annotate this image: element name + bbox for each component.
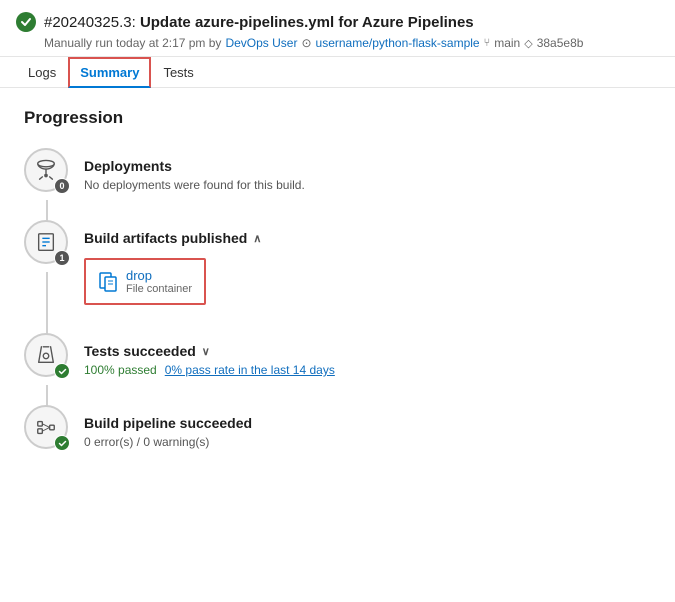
page-title: #20240325.3: Update azure-pipelines.yml … — [44, 14, 474, 31]
tests-expand-icon[interactable]: ∨ — [202, 345, 210, 358]
artifact-file-icon — [98, 272, 118, 292]
artifact-name: drop — [126, 268, 192, 283]
tests-link[interactable]: 0% pass rate in the last 14 days — [165, 363, 335, 377]
pipeline-icon-wrap — [24, 405, 68, 449]
artifacts-expand-icon[interactable]: ∧ — [253, 232, 261, 245]
section-title: Progression — [24, 108, 651, 128]
artifacts-title-text: Build artifacts published — [84, 230, 247, 246]
tests-content: Tests succeeded ∨ 100% passed 0% pass ra… — [84, 333, 651, 377]
tests-row: 100% passed 0% pass rate in the last 14 … — [84, 363, 651, 377]
github-icon: ⊙ — [301, 36, 311, 50]
pipeline-content: Build pipeline succeeded 0 error(s) / 0 … — [84, 405, 651, 449]
deployments-badge: 0 — [54, 178, 70, 194]
progression-item-pipeline: Build pipeline succeeded 0 error(s) / 0 … — [24, 405, 651, 449]
tests-badge — [54, 363, 70, 379]
run-title: Update azure-pipelines.yml for Azure Pip… — [140, 14, 474, 31]
progression-item-artifacts: 1 Build artifacts published ∧ drop — [24, 220, 651, 305]
pipeline-badge — [54, 435, 70, 451]
artifact-card[interactable]: drop File container — [84, 258, 206, 305]
page-header: #20240325.3: Update azure-pipelines.yml … — [0, 0, 675, 57]
pipeline-title: Build pipeline succeeded — [84, 415, 651, 431]
meta-commit: 38a5e8b — [537, 36, 584, 50]
commit-icon: ◇ — [524, 37, 532, 50]
tab-tests[interactable]: Tests — [151, 57, 205, 88]
meta-user[interactable]: DevOps User — [225, 36, 297, 50]
tests-icon-wrap — [24, 333, 68, 377]
artifact-type: File container — [126, 283, 192, 295]
meta-trigger: Manually run today at 2:17 pm by — [44, 36, 221, 50]
artifacts-title: Build artifacts published ∧ — [84, 230, 651, 246]
main-content: Progression 0 Deployments No deployments… — [0, 88, 675, 497]
artifacts-content: Build artifacts published ∧ drop File co… — [84, 220, 651, 305]
tests-title-text: Tests succeeded — [84, 343, 196, 359]
branch-icon: ⑂ — [484, 37, 491, 49]
tab-summary[interactable]: Summary — [68, 57, 151, 88]
deployments-title: Deployments — [84, 158, 651, 174]
artifacts-icon-wrap: 1 — [24, 220, 68, 264]
deployments-content: Deployments No deployments were found fo… — [84, 148, 651, 192]
tests-passed: 100% passed — [84, 363, 157, 377]
meta-repo[interactable]: username/python-flask-sample — [316, 36, 480, 50]
meta-branch: main — [494, 36, 520, 50]
deployments-icon-wrap: 0 — [24, 148, 68, 192]
artifacts-badge: 1 — [54, 250, 70, 266]
deployments-desc: No deployments were found for this build… — [84, 178, 651, 192]
success-icon — [16, 12, 36, 32]
progression-item-deployments: 0 Deployments No deployments were found … — [24, 148, 651, 192]
pipeline-desc: 0 error(s) / 0 warning(s) — [84, 435, 651, 449]
header-meta: Manually run today at 2:17 pm by DevOps … — [44, 36, 659, 50]
tests-title: Tests succeeded ∨ — [84, 343, 651, 359]
tab-logs[interactable]: Logs — [16, 57, 68, 88]
run-id: #20240325.3: — [44, 14, 136, 31]
artifact-info: drop File container — [126, 268, 192, 295]
tab-bar: Logs Summary Tests — [0, 57, 675, 88]
progression-item-tests: Tests succeeded ∨ 100% passed 0% pass ra… — [24, 333, 651, 377]
